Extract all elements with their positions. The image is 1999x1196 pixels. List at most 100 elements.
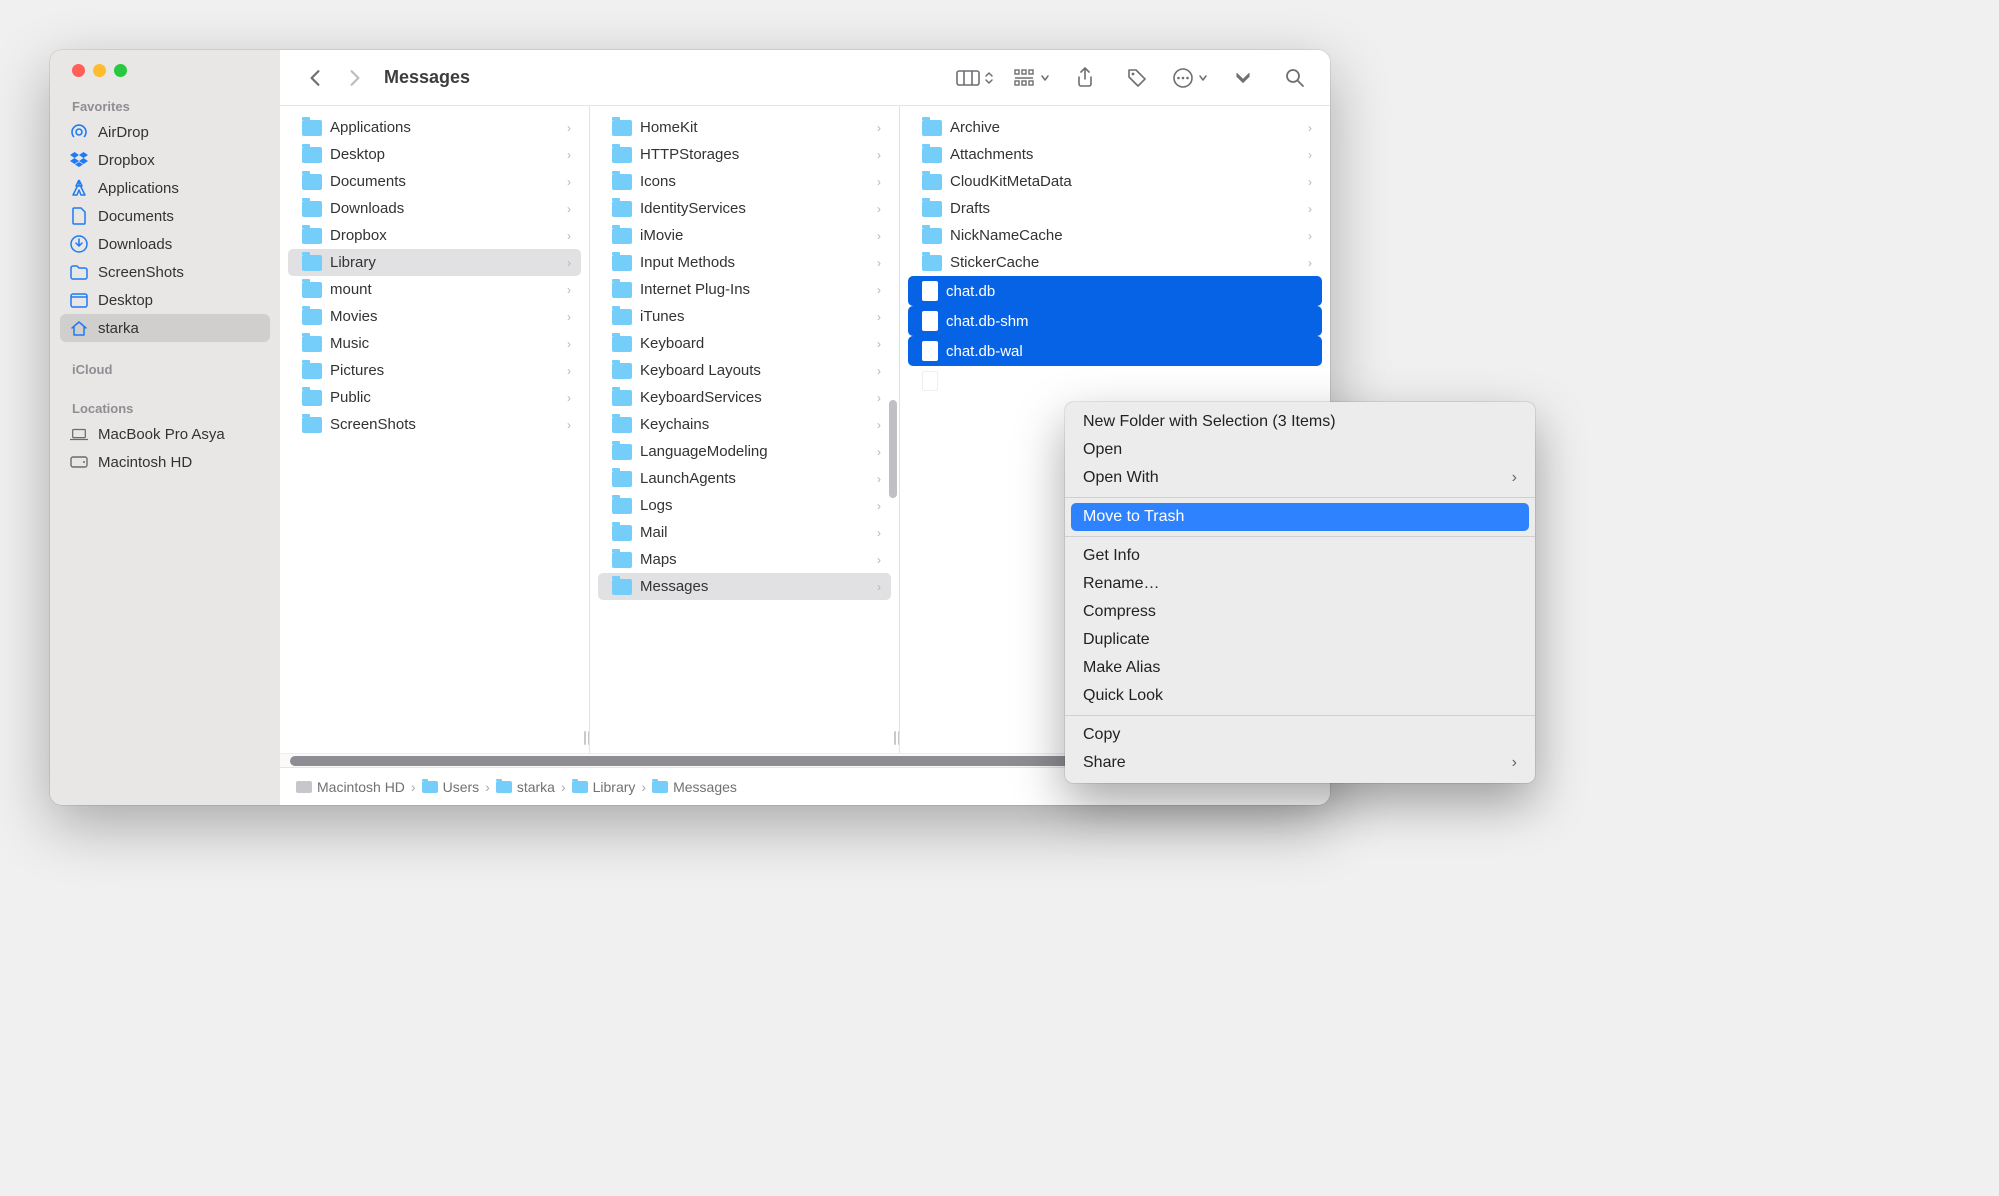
chevron-right-icon: ›	[877, 391, 881, 405]
menu-item-move-to-trash[interactable]: Move to Trash	[1071, 503, 1529, 531]
folder-row-attachments[interactable]: Attachments›	[908, 141, 1322, 168]
laptop-icon	[70, 425, 88, 443]
folder-row-movies[interactable]: Movies›	[288, 303, 581, 330]
tags-button[interactable]	[1120, 63, 1154, 93]
folder-row-downloads[interactable]: Downloads›	[288, 195, 581, 222]
file-icon	[922, 341, 938, 361]
folder-row-dropbox[interactable]: Dropbox›	[288, 222, 581, 249]
folder-row-stickercache[interactable]: StickerCache›	[908, 249, 1322, 276]
menu-item-duplicate[interactable]: Duplicate	[1065, 626, 1535, 654]
folder-row-screenshots[interactable]: ScreenShots›	[288, 411, 581, 438]
sidebar-item-applications[interactable]: Applications	[60, 174, 270, 202]
sidebar-item-macbook-pro-asya[interactable]: MacBook Pro Asya	[60, 420, 270, 448]
folder-icon	[612, 552, 632, 568]
vertical-scrollbar[interactable]	[889, 400, 897, 498]
search-button[interactable]	[1278, 63, 1312, 93]
folder-row-itunes[interactable]: iTunes›	[598, 303, 891, 330]
chevron-right-icon: ›	[877, 256, 881, 270]
sidebar-item-desktop[interactable]: Desktop	[60, 286, 270, 314]
folder-row-keychains[interactable]: Keychains›	[598, 411, 891, 438]
chevron-right-icon: ›	[877, 202, 881, 216]
chevron-right-icon: ›	[567, 148, 571, 162]
row-label: Keychains	[640, 416, 709, 433]
folder-row-applications[interactable]: Applications›	[288, 114, 581, 141]
sidebar-item-starka[interactable]: starka	[60, 314, 270, 342]
menu-item-make-alias[interactable]: Make Alias	[1065, 654, 1535, 682]
folder-icon	[572, 781, 588, 793]
sidebar-item-documents[interactable]: Documents	[60, 202, 270, 230]
folder-row-keyboard[interactable]: Keyboard›	[598, 330, 891, 357]
chevron-right-icon: ›	[1512, 469, 1517, 487]
row-label: Drafts	[950, 200, 990, 217]
menu-item-quick-look[interactable]: Quick Look	[1065, 682, 1535, 710]
file-row-hidden[interactable]	[908, 366, 1322, 396]
folder-row-input-methods[interactable]: Input Methods›	[598, 249, 891, 276]
disk-icon	[70, 453, 88, 471]
menu-item-rename[interactable]: Rename…	[1065, 570, 1535, 598]
folder-row-imovie[interactable]: iMovie›	[598, 222, 891, 249]
menu-item-copy[interactable]: Copy	[1065, 721, 1535, 749]
folder-row-keyboard-layouts[interactable]: Keyboard Layouts›	[598, 357, 891, 384]
row-label: Downloads	[330, 200, 404, 217]
view-columns-button[interactable]	[956, 63, 994, 93]
file-row-chat-db-wal[interactable]: chat.db-wal	[908, 336, 1322, 366]
folder-row-library[interactable]: Library›	[288, 249, 581, 276]
folder-row-keyboardservices[interactable]: KeyboardServices›	[598, 384, 891, 411]
overflow-button[interactable]	[1226, 63, 1260, 93]
back-button[interactable]	[298, 63, 332, 93]
minimize-window-button[interactable]	[93, 64, 106, 77]
folder-row-languagemodeling[interactable]: LanguageModeling›	[598, 438, 891, 465]
folder-row-messages[interactable]: Messages›	[598, 573, 891, 600]
folder-row-httpstorages[interactable]: HTTPStorages›	[598, 141, 891, 168]
folder-row-public[interactable]: Public›	[288, 384, 581, 411]
folder-icon	[302, 417, 322, 433]
folder-row-identityservices[interactable]: IdentityServices›	[598, 195, 891, 222]
sidebar-item-dropbox[interactable]: Dropbox	[60, 146, 270, 174]
file-icon	[922, 311, 938, 331]
folder-row-desktop[interactable]: Desktop›	[288, 141, 581, 168]
file-row-chat-db[interactable]: chat.db	[908, 276, 1322, 306]
menu-item-share[interactable]: Share›	[1065, 749, 1535, 777]
folder-row-pictures[interactable]: Pictures›	[288, 357, 581, 384]
menu-item-open[interactable]: Open	[1065, 436, 1535, 464]
path-segment-users[interactable]: Users	[422, 779, 480, 795]
zoom-window-button[interactable]	[114, 64, 127, 77]
folder-row-music[interactable]: Music›	[288, 330, 581, 357]
menu-item-new-folder-with-selection-3-items[interactable]: New Folder with Selection (3 Items)	[1065, 408, 1535, 436]
folder-row-mail[interactable]: Mail›	[598, 519, 891, 546]
folder-row-logs[interactable]: Logs›	[598, 492, 891, 519]
forward-button[interactable]	[338, 63, 372, 93]
share-button[interactable]	[1068, 63, 1102, 93]
folder-icon	[302, 255, 322, 271]
path-segment-library[interactable]: Library	[572, 779, 636, 795]
sidebar-item-downloads[interactable]: Downloads	[60, 230, 270, 258]
action-button[interactable]	[1172, 63, 1208, 93]
sidebar-item-macintosh-hd[interactable]: Macintosh HD	[60, 448, 270, 476]
folder-row-internet-plug-ins[interactable]: Internet Plug-Ins›	[598, 276, 891, 303]
folder-row-cloudkitmetadata[interactable]: CloudKitMetaData›	[908, 168, 1322, 195]
folder-row-documents[interactable]: Documents›	[288, 168, 581, 195]
menu-item-open-with[interactable]: Open With›	[1065, 464, 1535, 492]
folder-row-maps[interactable]: Maps›	[598, 546, 891, 573]
folder-icon	[612, 498, 632, 514]
folder-row-mount[interactable]: mount›	[288, 276, 581, 303]
path-segment-messages[interactable]: Messages	[652, 779, 737, 795]
group-by-button[interactable]	[1014, 63, 1050, 93]
menu-item-compress[interactable]: Compress	[1065, 598, 1535, 626]
close-window-button[interactable]	[72, 64, 85, 77]
folder-icon	[612, 228, 632, 244]
folder-row-icons[interactable]: Icons›	[598, 168, 891, 195]
folder-row-launchagents[interactable]: LaunchAgents›	[598, 465, 891, 492]
file-row-chat-db-shm[interactable]: chat.db-shm	[908, 306, 1322, 336]
toolbar: Messages	[280, 50, 1330, 106]
folder-row-nicknamecache[interactable]: NickNameCache›	[908, 222, 1322, 249]
folder-row-drafts[interactable]: Drafts›	[908, 195, 1322, 222]
sidebar-item-label: MacBook Pro Asya	[98, 426, 225, 443]
path-segment-macintosh-hd[interactable]: Macintosh HD	[296, 779, 405, 795]
folder-row-homekit[interactable]: HomeKit›	[598, 114, 891, 141]
sidebar-item-screenshots[interactable]: ScreenShots	[60, 258, 270, 286]
menu-item-get-info[interactable]: Get Info	[1065, 542, 1535, 570]
sidebar-item-airdrop[interactable]: AirDrop	[60, 118, 270, 146]
folder-row-archive[interactable]: Archive›	[908, 114, 1322, 141]
path-segment-starka[interactable]: starka	[496, 779, 555, 795]
